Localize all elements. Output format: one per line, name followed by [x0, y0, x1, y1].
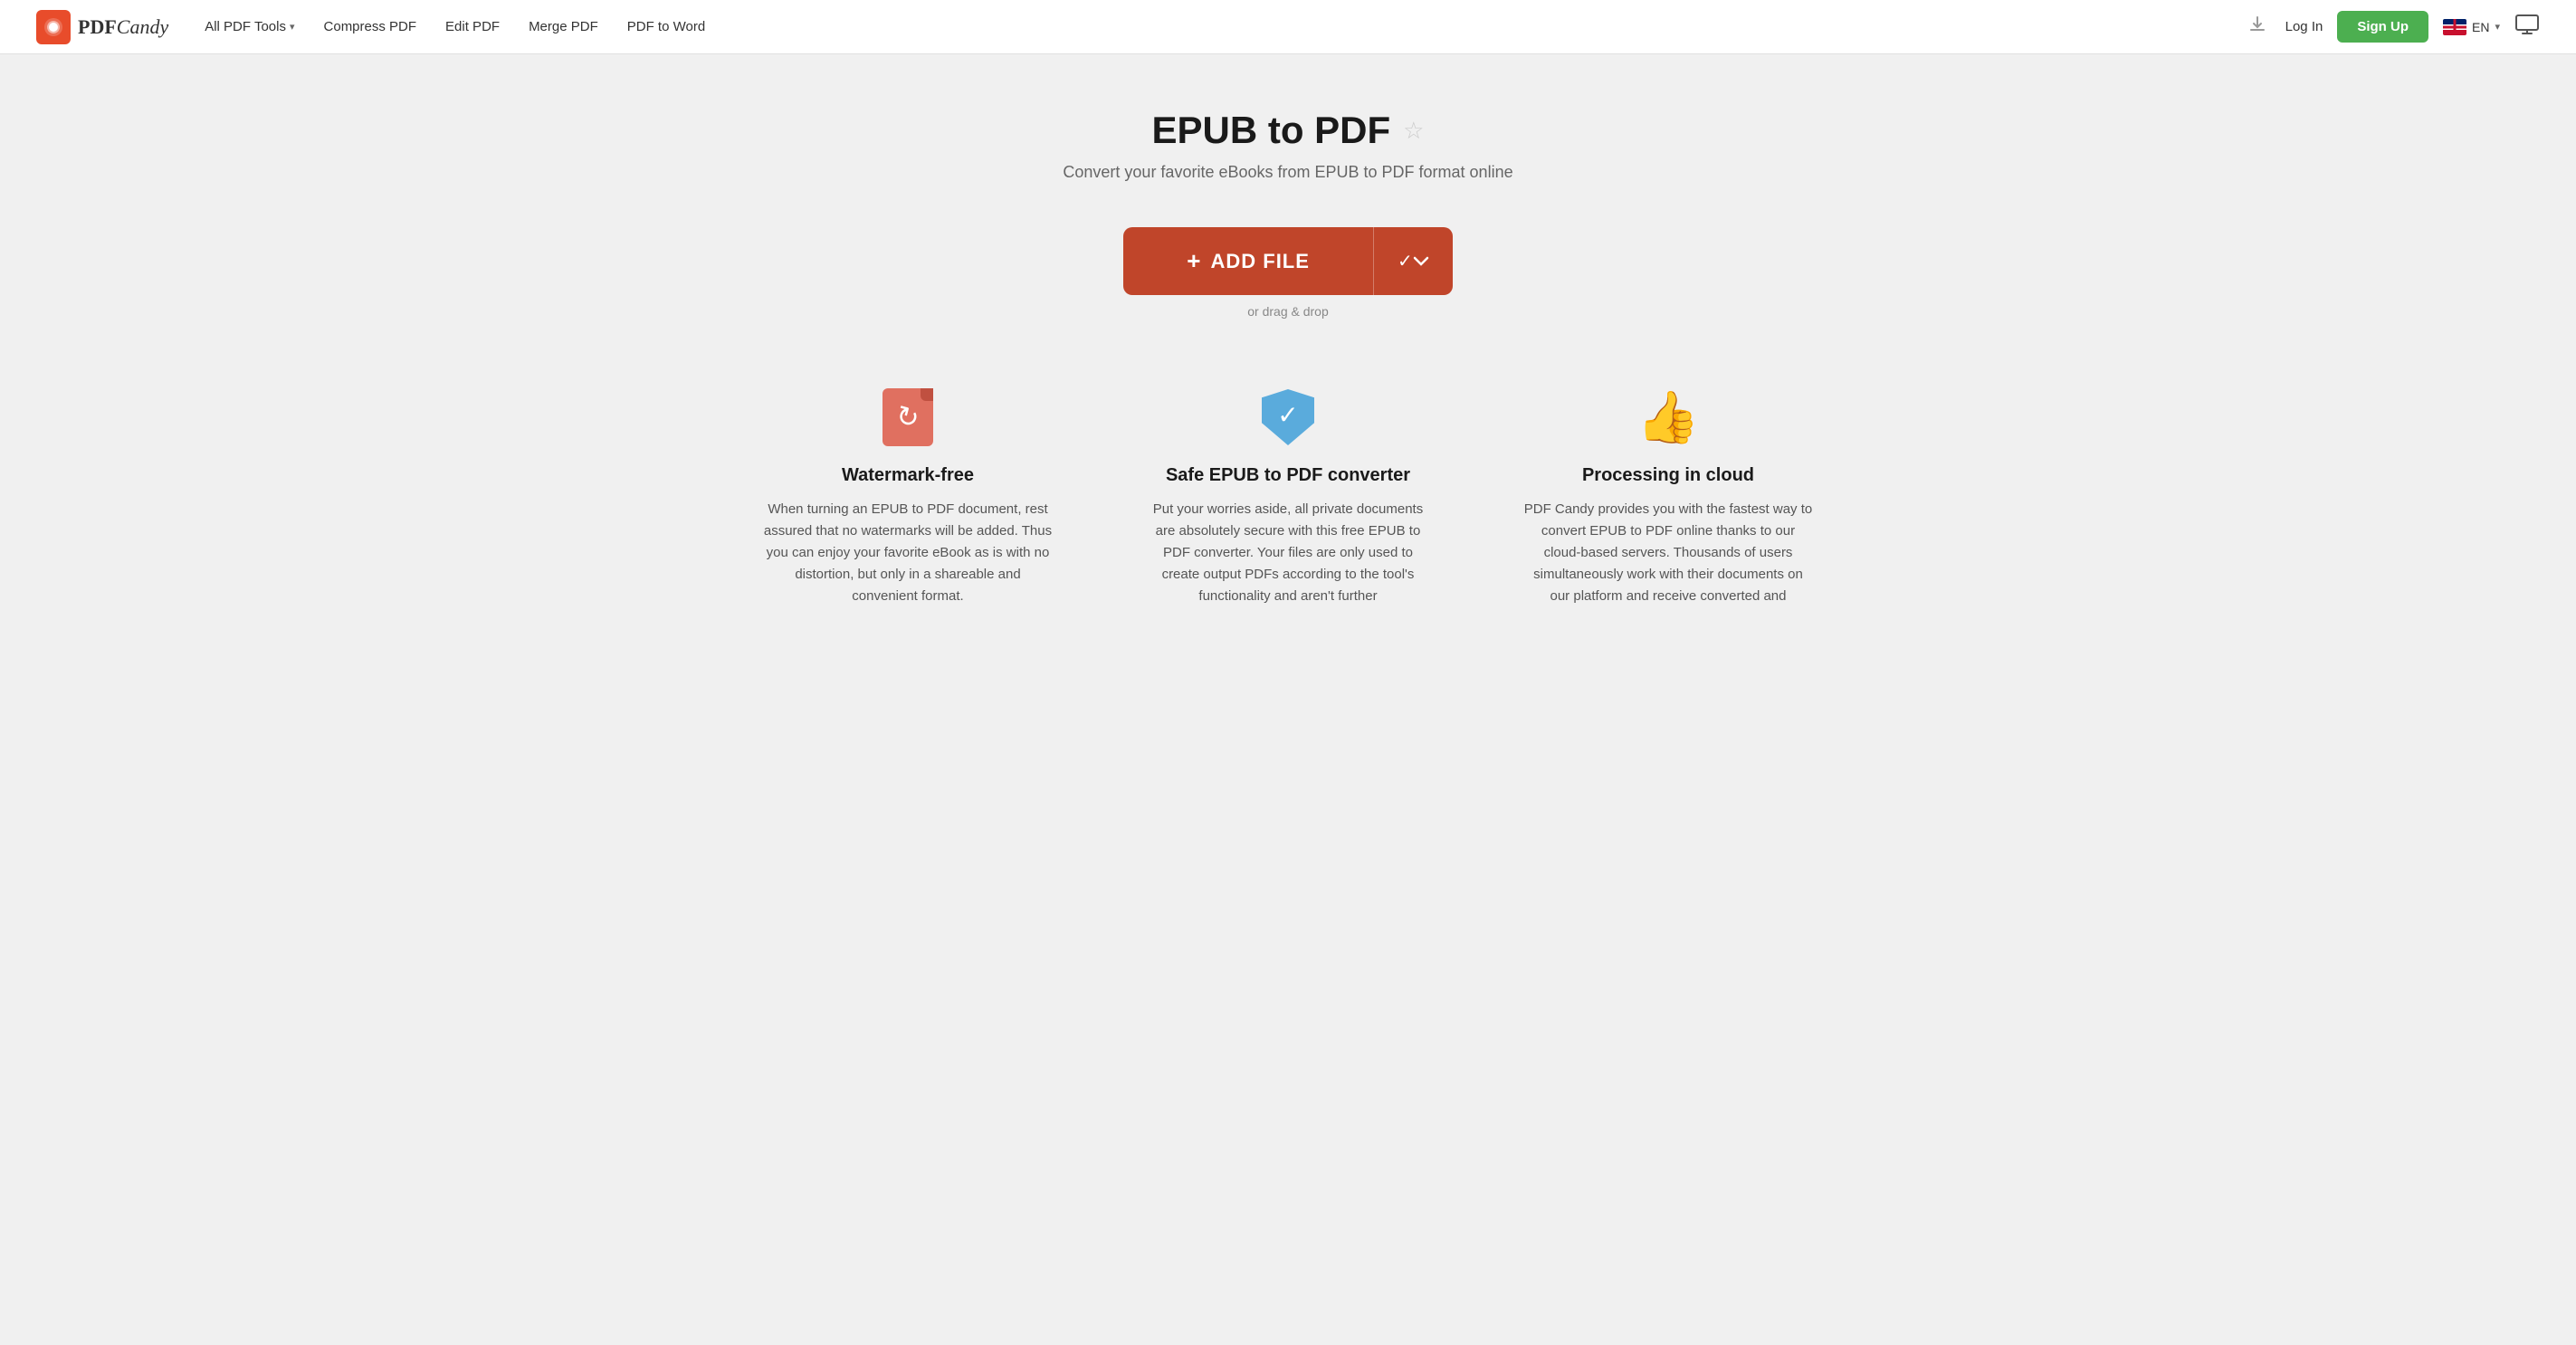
- main-content: EPUB to PDF ☆ Convert your favorite eBoo…: [0, 54, 2576, 1345]
- title-row: EPUB to PDF ☆: [1063, 109, 1512, 152]
- signup-button[interactable]: Sign Up: [2337, 11, 2428, 43]
- feature-icon-watermark: ↻: [763, 386, 1053, 449]
- logo[interactable]: PDFCandy: [36, 10, 168, 44]
- add-file-area: + ADD FILE ✓ or drag & drop: [1123, 227, 1452, 319]
- lang-dropdown-arrow-icon: ▾: [2495, 21, 2500, 33]
- dropdown-arrow-icon: ▾: [290, 21, 295, 33]
- lang-code: EN: [2472, 20, 2489, 34]
- nav-pdf-to-word[interactable]: PDF to Word: [627, 19, 705, 34]
- feature-icon-thumbsup: 👍: [1523, 386, 1813, 449]
- page-title: EPUB to PDF: [1152, 109, 1391, 152]
- uk-flag-icon: [2443, 19, 2466, 35]
- checkmark-icon: ✓: [1277, 400, 1298, 430]
- add-file-dropdown-button[interactable]: ✓: [1373, 227, 1453, 295]
- logo-text: PDFCandy: [78, 15, 168, 39]
- download-icon-button[interactable]: [2244, 11, 2271, 43]
- feature-watermark-free: ↻ Watermark-free When turning an EPUB to…: [745, 386, 1071, 607]
- favorite-star-icon[interactable]: ☆: [1403, 117, 1424, 145]
- monitor-icon-button[interactable]: [2514, 14, 2540, 41]
- drag-drop-hint: or drag & drop: [1247, 304, 1329, 319]
- thumbsup-icon: 👍: [1636, 387, 1700, 447]
- plus-icon: +: [1187, 247, 1201, 275]
- feature-desc-watermark: When turning an EPUB to PDF document, re…: [763, 499, 1053, 607]
- nav-compress-pdf[interactable]: Compress PDF: [324, 19, 417, 34]
- add-file-button-group: + ADD FILE ✓: [1123, 227, 1452, 295]
- nav-edit-pdf[interactable]: Edit PDF: [445, 19, 500, 34]
- feature-desc-safe: Put your worries aside, all private docu…: [1143, 499, 1433, 607]
- feature-icon-shield: ✓: [1143, 386, 1433, 449]
- feature-cloud-processing: 👍 Processing in cloud PDF Candy provides…: [1505, 386, 1831, 607]
- logo-icon: [36, 10, 71, 44]
- feature-title-safe: Safe EPUB to PDF converter: [1143, 465, 1433, 486]
- feature-title-watermark: Watermark-free: [763, 465, 1053, 486]
- feature-safe-converter: ✓ Safe EPUB to PDF converter Put your wo…: [1125, 386, 1451, 607]
- page-title-area: EPUB to PDF ☆ Convert your favorite eBoo…: [1063, 109, 1512, 182]
- features-section: ↻ Watermark-free When turning an EPUB to…: [745, 386, 1831, 607]
- nav-all-pdf-tools[interactable]: All PDF Tools ▾: [205, 19, 294, 34]
- main-nav: All PDF Tools ▾ Compress PDF Edit PDF Me…: [205, 19, 2243, 34]
- header-right: Log In Sign Up EN ▾: [2244, 11, 2540, 43]
- shield-shape-icon: ✓: [1262, 389, 1314, 445]
- feature-title-cloud: Processing in cloud: [1523, 465, 1813, 486]
- language-selector[interactable]: EN ▾: [2443, 19, 2500, 35]
- chevron-down-icon: ✓: [1398, 250, 1413, 272]
- header: PDFCandy All PDF Tools ▾ Compress PDF Ed…: [0, 0, 2576, 54]
- add-file-label: ADD FILE: [1210, 250, 1309, 273]
- add-file-button[interactable]: + ADD FILE: [1123, 227, 1373, 295]
- nav-merge-pdf[interactable]: Merge PDF: [529, 19, 598, 34]
- feature-desc-cloud: PDF Candy provides you with the fastest …: [1523, 499, 1813, 607]
- page-subtitle: Convert your favorite eBooks from EPUB t…: [1063, 163, 1512, 182]
- login-button[interactable]: Log In: [2285, 19, 2323, 34]
